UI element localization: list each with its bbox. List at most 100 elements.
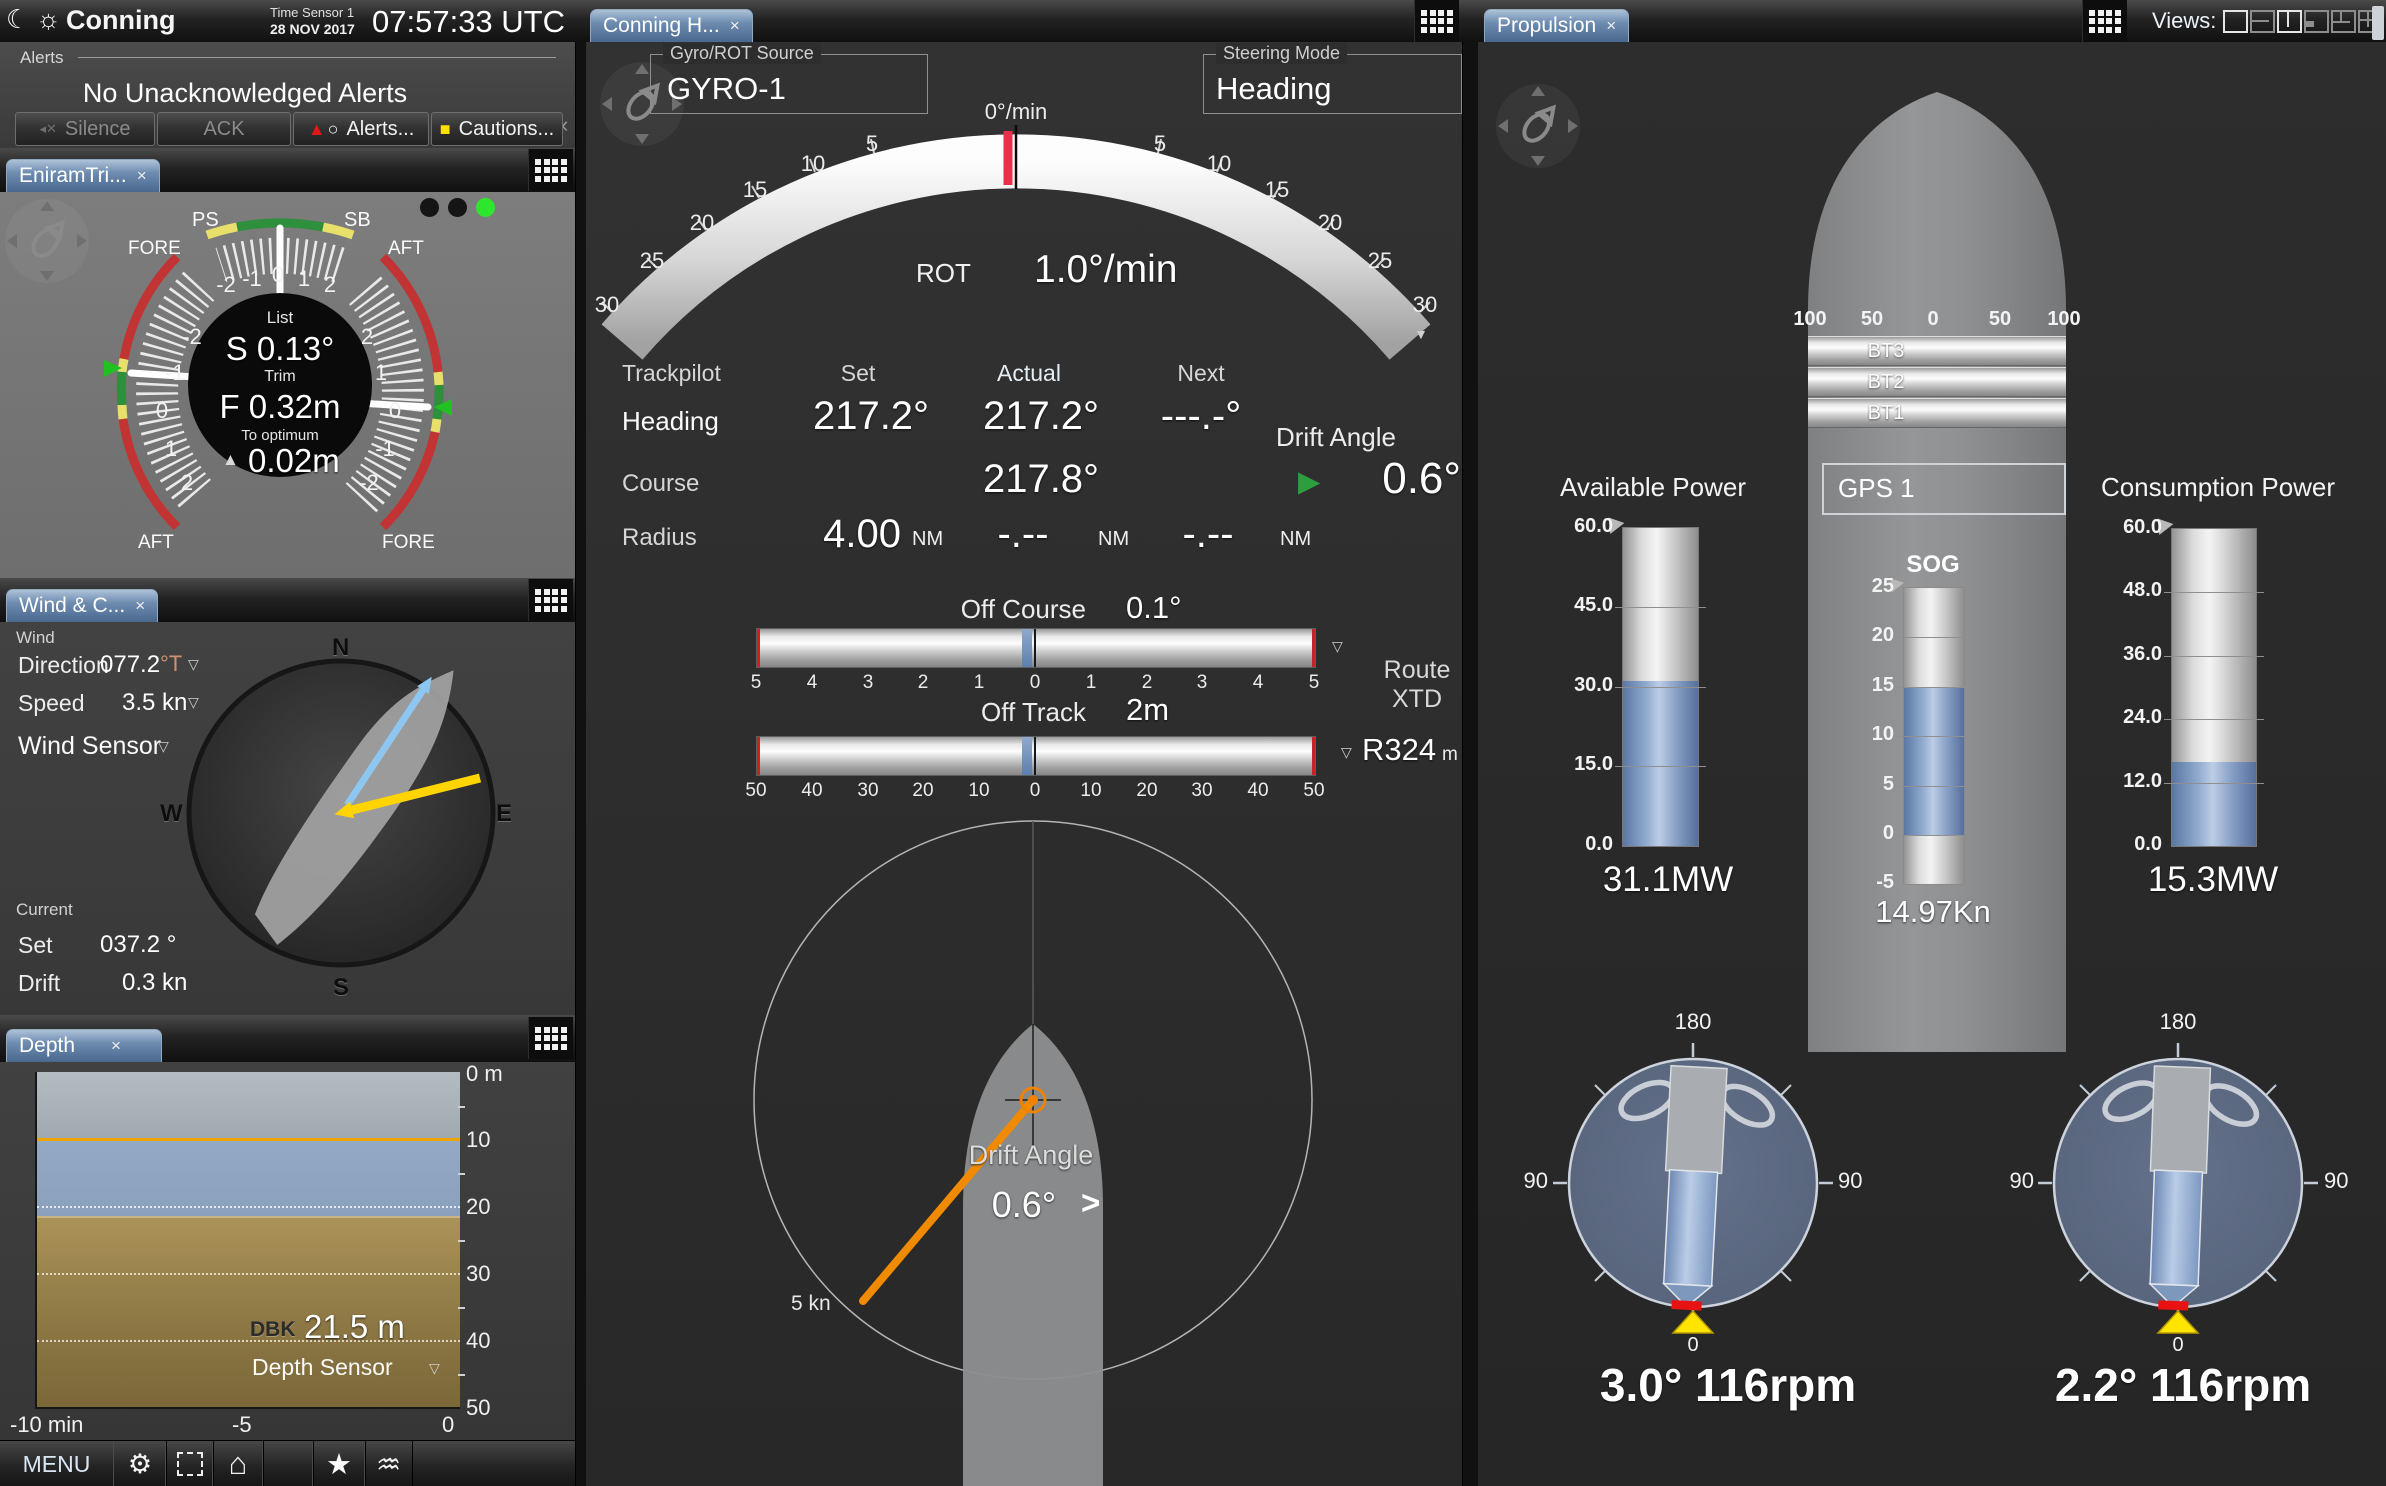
capture-button[interactable] [165, 1441, 214, 1486]
depth-grid-menu-button[interactable] [528, 1017, 573, 1059]
tab-close-icon[interactable]: × [1606, 16, 1616, 36]
views-icon-split-corner[interactable] [2304, 10, 2329, 33]
consumption-power-tick: 12.0 [2084, 770, 2162, 793]
bow-thruster-bar-bt3[interactable]: BT3 [1808, 336, 2066, 366]
trackpilot-title: Trackpilot [622, 360, 721, 387]
wind-grid-menu-button[interactable] [528, 579, 573, 621]
gridline-20m [37, 1206, 460, 1208]
tab-wind-current[interactable]: Wind & C... × [6, 589, 158, 622]
silence-button-label: Silence [65, 118, 131, 141]
consumption-power-title: Consumption Power [2083, 472, 2353, 503]
trim-grid-menu-button[interactable] [528, 149, 573, 191]
rot-tick: 30 [595, 292, 619, 317]
consumption-power-tick: 24.0 [2084, 706, 2162, 729]
wind-direction-value: 077.2 [100, 651, 160, 679]
sog-tick: 20 [1846, 624, 1894, 647]
bow-thruster-bar-bt1[interactable]: BT1 [1808, 398, 2066, 428]
views-icon-split-top-pair[interactable] [2331, 10, 2356, 33]
off-course-tick: 2 [1132, 672, 1162, 694]
compass-south-label: S [333, 974, 349, 1002]
depth-minor-tick [458, 1173, 465, 1175]
off-course-slider[interactable] [756, 628, 1316, 668]
drift-expand-chevron-icon[interactable]: > [1081, 1184, 1100, 1222]
off-course-tick: 3 [1187, 672, 1217, 694]
off-course-dropdown-icon[interactable]: ▽ [1332, 638, 1343, 655]
compass-north-label: N [332, 634, 349, 662]
steering-mode-label: Steering Mode [1216, 43, 1347, 64]
depth-sensor-dropdown-icon[interactable]: ▽ [429, 1360, 440, 1377]
mooring-button[interactable]: ♒ [364, 1441, 413, 1486]
wind-sensor-select[interactable]: Wind Sensor [18, 732, 161, 761]
route-xtd-unit: m [1442, 744, 1458, 766]
sog-tick: 25 [1846, 575, 1894, 598]
day-mode-icon[interactable]: ☼ [36, 4, 61, 35]
bt2-label: BT2 [1836, 371, 1936, 394]
wind-direction-dropdown-icon[interactable]: ▽ [188, 656, 199, 673]
scrollbar-fragment[interactable] [2372, 6, 2384, 40]
bt1-label: BT1 [1836, 402, 1936, 425]
drift-play-icon[interactable]: ▶ [1298, 464, 1320, 499]
cautions-button[interactable]: ■ Cautions... [431, 112, 563, 146]
tab-close-icon[interactable]: × [730, 16, 740, 36]
route-xtd-dropdown-icon[interactable]: ▽ [1341, 744, 1352, 761]
tab-eniramtrim[interactable]: EniramTri... × [6, 159, 160, 192]
gps-source-box[interactable]: GPS 1 [1822, 463, 2066, 515]
cautions-button-label: Cautions... [459, 118, 555, 141]
settings-button[interactable]: ⚙ [113, 1441, 167, 1486]
wind-sensor-dropdown-icon[interactable]: ▽ [158, 738, 169, 755]
menu-button[interactable]: MENU [0, 1441, 114, 1486]
ack-button[interactable]: ACK [157, 112, 291, 146]
rot-dropdown-icon[interactable]: ▼ [1414, 326, 1428, 342]
off-course-tick: 4 [1243, 672, 1273, 694]
bow-thruster-bar-bt2[interactable]: BT2 [1808, 367, 2066, 397]
views-icon-split-vertical[interactable] [2277, 10, 2302, 33]
night-mode-icon[interactable]: ☾ [6, 4, 29, 35]
tab-depth[interactable]: Depth × [6, 1029, 162, 1062]
tab-close-icon[interactable]: × [135, 596, 145, 616]
date-label: 28 NOV 2017 [270, 21, 355, 37]
compass-west-label: W [160, 800, 183, 828]
center-grid-menu-button[interactable] [1414, 0, 1459, 42]
dial-starboard-0-label: 0 [2158, 1334, 2198, 1357]
sog-fill [1904, 687, 1964, 835]
star-icon: ★ [326, 1447, 352, 1482]
rot-tick: 20 [690, 210, 714, 235]
tab-close-icon[interactable]: × [111, 1036, 121, 1056]
alerts-button[interactable]: ▲ ○ Alerts... [293, 112, 429, 146]
off-course-tick: 5 [1299, 672, 1329, 694]
consumption-power-tick: 60.0 [2084, 516, 2162, 539]
home-button[interactable]: ⌂ [212, 1441, 264, 1486]
ack-button-label: ACK [203, 118, 244, 141]
wind-speed-value: 3.5 kn [122, 689, 187, 717]
views-icon-split-horizontal[interactable] [2250, 10, 2275, 33]
current-drift-label: Drift [18, 970, 60, 997]
rot-tick: 10 [1207, 151, 1231, 176]
pan-control[interactable] [1490, 78, 1586, 174]
conning-panel: Gyro/ROT Source GYRO-1 Steering Mode Hea… [586, 42, 1462, 1486]
rot-tick: 10 [801, 151, 825, 176]
wind-speed-dropdown-icon[interactable]: ▽ [188, 694, 199, 711]
off-track-slider[interactable] [756, 736, 1316, 776]
rot-tick: 15 [1265, 177, 1289, 202]
pan-control[interactable] [2, 196, 92, 286]
depth-sensor-select[interactable]: Depth Sensor [252, 1354, 393, 1381]
course-row-label: Course [622, 470, 699, 498]
silence-button[interactable]: ◂✕ Silence [15, 112, 155, 146]
trim-right-tick: 0 [380, 398, 410, 424]
bottom-menu-bar: MENU ⚙ ⌂ ★ ♒ [0, 1440, 575, 1486]
views-icon-single[interactable] [2223, 10, 2248, 33]
trim-sb-label: SB [344, 209, 371, 232]
tab-conning-h[interactable]: Conning H... × [590, 9, 753, 42]
favorites-button[interactable]: ★ [312, 1441, 366, 1486]
pod-starboard-value: 2.2° 116rpm [2023, 1358, 2343, 1412]
off-course-tick: 1 [964, 672, 994, 694]
right-grid-menu-button[interactable] [2082, 0, 2127, 42]
tab-close-icon[interactable]: × [137, 166, 147, 186]
tab-propulsion[interactable]: Propulsion × [1484, 9, 1629, 42]
grid-icon [1421, 10, 1453, 33]
tab-propulsion-label: Propulsion [1497, 14, 1596, 38]
sog-title: SOG [1893, 551, 1973, 579]
propulsion-panel: 100 50 0 50 100 BT3 BT2 BT1 GPS 1 Availa… [1478, 42, 2386, 1486]
tab-eniramtrim-label: EniramTri... [19, 164, 127, 188]
muted-speaker-icon: ◂✕ [39, 121, 56, 137]
